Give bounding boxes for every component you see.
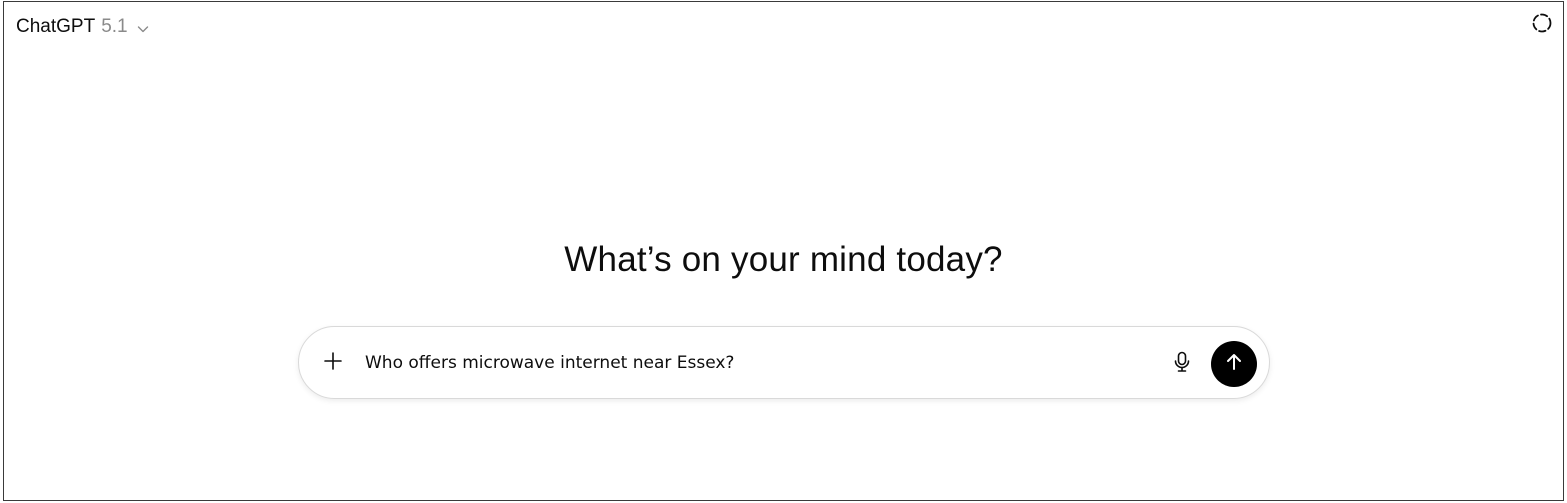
temporary-chat-button[interactable] <box>1531 12 1553 39</box>
chevron-down-icon <box>136 20 150 34</box>
model-selector[interactable]: ChatGPT 5.1 <box>16 14 150 40</box>
arrow-up-icon <box>1224 352 1244 377</box>
plus-icon <box>323 351 343 376</box>
attach-button[interactable] <box>321 351 345 375</box>
prompt-composer <box>298 326 1270 399</box>
microphone-icon <box>1172 351 1192 378</box>
app-window: ChatGPT 5.1 What’s on your mind today? <box>3 1 1564 501</box>
model-name: ChatGPT <box>16 16 96 37</box>
page-headline: What’s on your mind today? <box>564 240 1003 279</box>
send-button[interactable] <box>1211 341 1257 387</box>
model-version: 5.1 <box>101 16 128 37</box>
dashed-circle-icon <box>1531 12 1553 39</box>
prompt-input[interactable] <box>365 349 1145 377</box>
dictate-button[interactable] <box>1169 351 1195 377</box>
